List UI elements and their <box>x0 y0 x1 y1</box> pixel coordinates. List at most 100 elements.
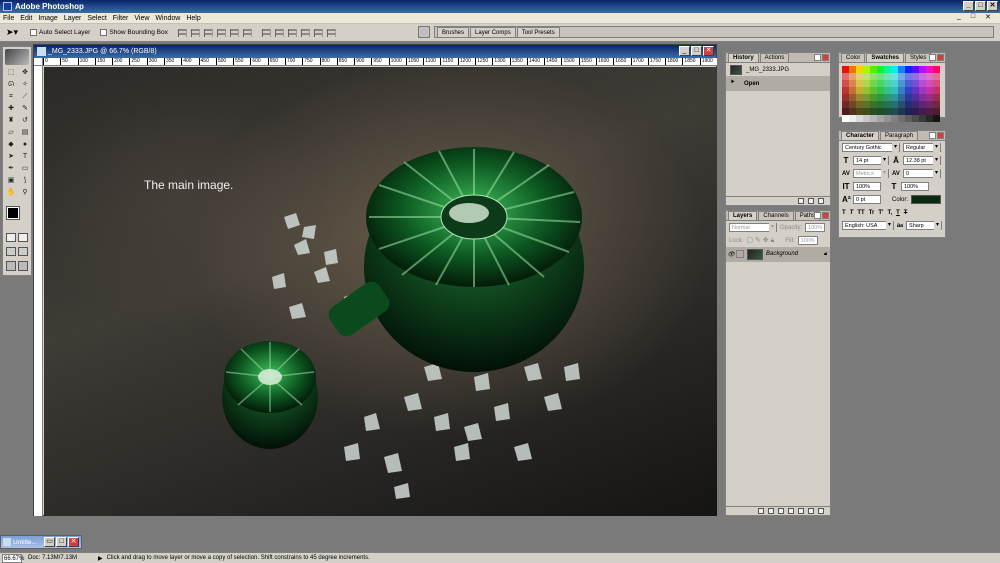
distribute-hcenter-icon[interactable] <box>313 28 323 37</box>
swatch-cell[interactable] <box>912 101 919 108</box>
swatch-cell[interactable] <box>905 115 912 122</box>
well-tab-brushes[interactable]: Brushes <box>437 27 470 37</box>
swatch-cell[interactable] <box>877 101 884 108</box>
feather-logo-icon[interactable] <box>5 49 29 65</box>
font-family-select[interactable]: Century Gothic <box>842 143 900 152</box>
swatch-cell[interactable] <box>898 87 905 94</box>
swatch-cell[interactable] <box>919 101 926 108</box>
brush-tool-icon[interactable]: ✎ <box>19 104 31 114</box>
blend-mode-select[interactable]: Normal <box>729 223 777 232</box>
eyedropper-tool-icon[interactable]: ⟆ <box>19 176 31 186</box>
all-caps-button[interactable]: TT <box>857 210 864 216</box>
swatch-cell[interactable] <box>919 87 926 94</box>
restore-button[interactable]: ▭ <box>44 537 55 547</box>
minimize-button[interactable]: _ <box>963 1 974 11</box>
swatch-cell[interactable] <box>905 108 912 115</box>
horizontal-scale-field[interactable]: 100% <box>901 182 929 191</box>
zoom-field[interactable]: 66.67% <box>2 553 24 563</box>
swatch-cell[interactable] <box>891 66 898 73</box>
doc-minimize-button[interactable]: _ <box>679 46 690 56</box>
well-tab-layer-comps[interactable]: Layer Comps <box>470 27 516 37</box>
swatch-cell[interactable] <box>898 115 905 122</box>
align-top-icon[interactable] <box>177 28 187 37</box>
swatch-cell[interactable] <box>926 94 933 101</box>
show-bounding-box-checkbox[interactable]: Show Bounding Box <box>100 29 168 36</box>
font-size-field[interactable]: 14 pt <box>853 156 889 165</box>
check-icon[interactable] <box>18 261 28 271</box>
swatch-cell[interactable] <box>884 101 891 108</box>
panel-minimize-icon[interactable] <box>814 54 821 61</box>
menu-layer[interactable]: Layer <box>64 15 82 22</box>
subscript-button[interactable]: T, <box>887 210 892 216</box>
link-layers-icon[interactable] <box>758 508 764 514</box>
tracking-field[interactable]: 0 <box>903 169 941 178</box>
standard-mode-icon[interactable] <box>6 233 16 242</box>
status-arrow-icon[interactable]: ▶ <box>98 555 103 562</box>
swatch-cell[interactable] <box>891 108 898 115</box>
text-color-swatch[interactable] <box>911 195 942 204</box>
swatch-cell[interactable] <box>933 115 940 122</box>
imageready-icon[interactable] <box>6 261 16 271</box>
swatch-cell[interactable] <box>905 73 912 80</box>
antialias-select[interactable]: Sharp <box>906 221 942 230</box>
faux-italic-button[interactable]: T <box>850 210 854 216</box>
swatch-cell[interactable] <box>926 115 933 122</box>
swatch-cell[interactable] <box>870 66 877 73</box>
swatch-cell[interactable] <box>919 66 926 73</box>
swatch-cell[interactable] <box>863 80 870 87</box>
swatch-cell[interactable] <box>856 80 863 87</box>
swatch-cell[interactable] <box>898 66 905 73</box>
swatch-cell[interactable] <box>919 94 926 101</box>
tab-history[interactable]: History <box>728 53 759 62</box>
history-snapshot[interactable]: _MG_2333.JPG <box>726 63 830 77</box>
new-snapshot-icon[interactable] <box>808 198 814 204</box>
swatch-cell[interactable] <box>870 73 877 80</box>
layer-row-background[interactable]: 👁︎ Background 🔒︎ <box>726 247 830 262</box>
menu-window[interactable]: Window <box>155 15 180 22</box>
menu-filter[interactable]: Filter <box>113 15 129 22</box>
panel-close-icon[interactable] <box>822 54 829 61</box>
gradient-tool-icon[interactable]: ▤ <box>19 128 31 138</box>
auto-select-layer-checkbox[interactable]: Auto Select Layer <box>30 29 90 36</box>
pen-tool-icon[interactable]: ✒ <box>5 164 17 174</box>
shape-tool-icon[interactable]: ▭ <box>19 164 31 174</box>
panel-close-icon[interactable] <box>937 132 944 139</box>
swatch-cell[interactable] <box>933 73 940 80</box>
layer-mask-icon[interactable] <box>778 508 784 514</box>
doc-minimize-icon[interactable]: _ <box>957 13 961 21</box>
vertical-ruler[interactable] <box>34 66 43 516</box>
swatch-cell[interactable] <box>863 115 870 122</box>
superscript-button[interactable]: T' <box>878 210 883 216</box>
swatch-cell[interactable] <box>933 66 940 73</box>
doc-maximize-button[interactable]: □ <box>691 46 702 56</box>
move-tool-icon[interactable]: ✥ <box>19 68 31 78</box>
swatch-cell[interactable] <box>912 108 919 115</box>
foreground-color-swatch[interactable] <box>6 206 20 220</box>
lasso-tool-icon[interactable]: ᘏ <box>5 80 17 90</box>
distribute-top-icon[interactable] <box>261 28 271 37</box>
trash-icon[interactable] <box>818 198 824 204</box>
swatch-cell[interactable] <box>877 66 884 73</box>
underline-button[interactable]: T <box>896 210 900 216</box>
swatch-cell[interactable] <box>884 115 891 122</box>
distribute-bottom-icon[interactable] <box>287 28 297 37</box>
distribute-left-icon[interactable] <box>300 28 310 37</box>
type-tool-icon[interactable]: T <box>19 152 31 162</box>
kerning-field[interactable]: Metrics <box>853 169 889 178</box>
swatch-cell[interactable] <box>933 80 940 87</box>
swatch-cell[interactable] <box>863 101 870 108</box>
align-bottom-icon[interactable] <box>203 28 213 37</box>
swatch-cell[interactable] <box>856 73 863 80</box>
small-caps-button[interactable]: Tr <box>869 210 875 216</box>
swatch-cell[interactable] <box>926 80 933 87</box>
well-tab-tool-presets[interactable]: Tool Presets <box>516 27 560 37</box>
distribute-vcenter-icon[interactable] <box>274 28 284 37</box>
swatch-cell[interactable] <box>863 66 870 73</box>
tab-paragraph[interactable]: Paragraph <box>880 131 919 140</box>
swatch-cell[interactable] <box>891 87 898 94</box>
new-group-icon[interactable] <box>798 508 804 514</box>
strikethrough-button[interactable]: T <box>904 210 908 216</box>
swatch-cell[interactable] <box>891 101 898 108</box>
swatch-cell[interactable] <box>849 87 856 94</box>
swatch-cell[interactable] <box>884 73 891 80</box>
